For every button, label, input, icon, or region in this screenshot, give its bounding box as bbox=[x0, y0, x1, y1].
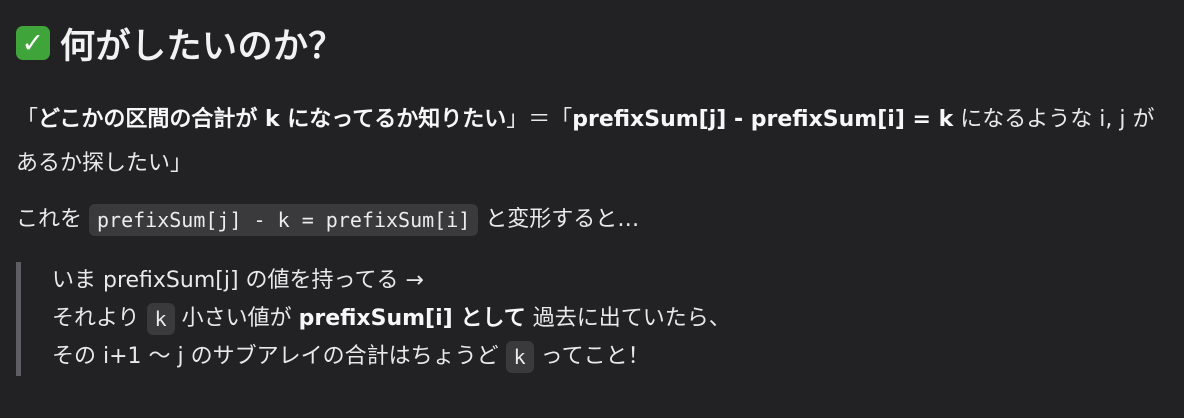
open-quote: 「 bbox=[16, 107, 39, 132]
heading-text: 何がしたいのか？ bbox=[60, 26, 345, 67]
transformed-formula-code: prefixSum[j] - k = prefixSum[i] bbox=[89, 204, 479, 236]
prefixsum-i-strong: prefixSum[i] として bbox=[298, 306, 526, 331]
transform-suffix: と変形すると… bbox=[478, 207, 640, 232]
quote-line-2-suffix: 過去に出ていたら、 bbox=[525, 306, 731, 331]
transform-paragraph: これを prefixSum[j] - k = prefixSum[i] と変形す… bbox=[16, 198, 1166, 242]
k-inline-code-2: k bbox=[505, 341, 534, 373]
quote-line-3: その i+1 〜 j のサブアレイの合計はちょうど k ってこと！ bbox=[52, 338, 1126, 376]
main-paragraph: 「どこかの区間の合計が k になってるか知りたい」＝「prefixSum[j] … bbox=[16, 98, 1166, 186]
quote-line-2: それより k 小さい値が prefixSum[i] として 過去に出ていたら、 bbox=[52, 300, 1126, 338]
strong-statement-interval-sum: どこかの区間の合計が k になってるか知りたい bbox=[38, 107, 507, 132]
quote-line-3-prefix: その i+1 〜 j のサブアレイの合計はちょうど bbox=[52, 344, 506, 369]
quote-line-2-prefix: それより bbox=[52, 306, 147, 331]
strong-statement-prefix-formula: prefixSum[j] - prefixSum[i] = k bbox=[572, 107, 954, 132]
close-quote-equals: 」＝「 bbox=[506, 107, 573, 132]
white-check-mark-icon: ✓ bbox=[16, 26, 50, 60]
quote-line-1: いま prefixSum[j] の値を持ってる → bbox=[52, 268, 424, 293]
section-heading: ✓ 何がしたいのか？ bbox=[16, 16, 1166, 70]
explanation-quote: いま prefixSum[j] の値を持ってる → それより k 小さい値が p… bbox=[16, 262, 1126, 376]
content-page: ✓ 何がしたいのか？ 「どこかの区間の合計が k になってるか知りたい」＝「pr… bbox=[0, 0, 1184, 418]
transform-prefix: これを bbox=[16, 207, 89, 232]
k-inline-code: k bbox=[146, 303, 175, 335]
quote-line-3-suffix: ってこと！ bbox=[533, 344, 650, 369]
quote-line-2-mid: 小さい値が bbox=[174, 306, 299, 331]
